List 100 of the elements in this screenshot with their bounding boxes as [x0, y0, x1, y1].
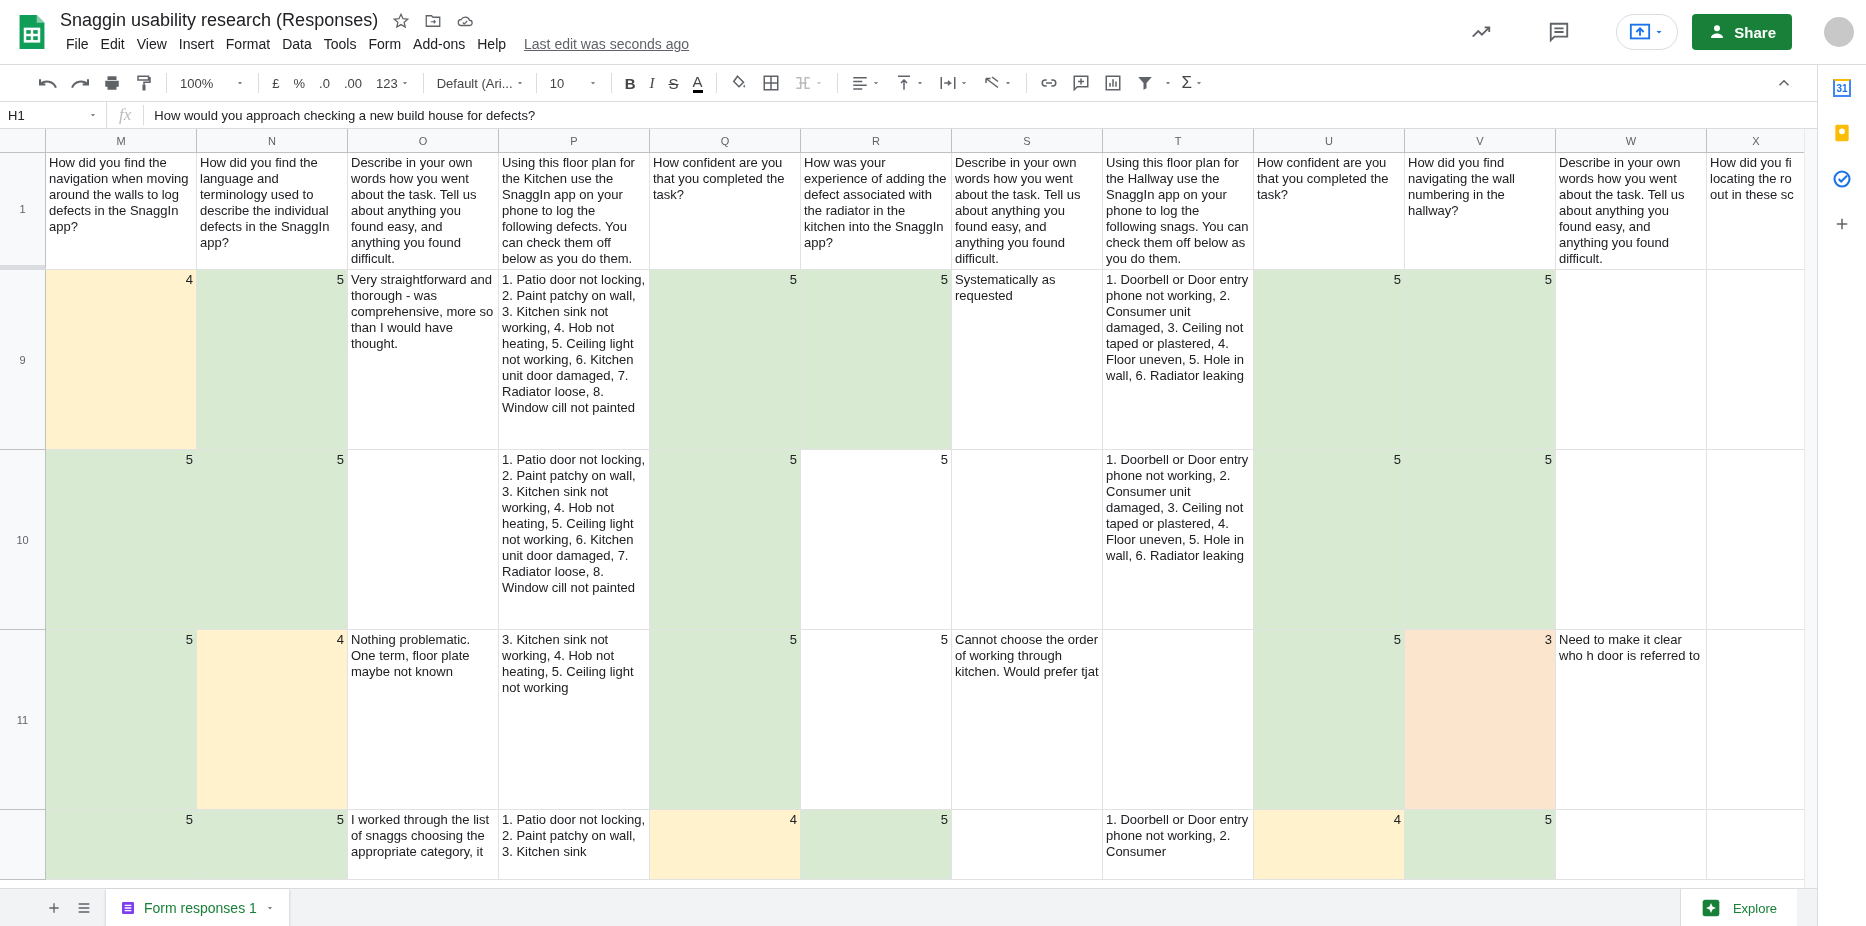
column-header[interactable]: T [1103, 129, 1254, 153]
table-cell: 5 [1254, 270, 1405, 450]
table-cell: 5 [46, 450, 197, 630]
borders-icon [761, 74, 780, 92]
merge-icon [793, 74, 812, 92]
strikethrough-button[interactable]: S [663, 70, 684, 96]
header-cell: Using this floor plan for the Hallway use the SnaggIn app on your phone to log the following snags. You can check them off below as you do them. [1103, 153, 1254, 270]
column-header[interactable]: O [348, 129, 499, 153]
row-header[interactable]: 10 [0, 450, 46, 630]
formula-input[interactable]: How would you approach checking a new build house for defects? [144, 107, 536, 123]
table-cell: 5 [801, 450, 952, 630]
column-header[interactable]: X [1707, 129, 1804, 153]
header-cell: Describe in your own words how you went about the task. Tell us about anything you found easy, and anything you found difficult. [348, 153, 499, 270]
fx-label: fx [107, 105, 145, 125]
column-header[interactable]: V [1405, 129, 1556, 153]
table-cell: 4 [46, 270, 197, 450]
column-header[interactable]: S [952, 129, 1103, 153]
name-box[interactable]: H1 [0, 102, 107, 128]
last-edit-link[interactable]: Last edit was seconds ago [524, 36, 690, 52]
row-header[interactable]: 11 [0, 630, 46, 810]
form-icon [120, 900, 136, 916]
table-cell: 4 [197, 630, 348, 810]
menu-item[interactable]: File [60, 34, 95, 54]
text-color-button[interactable]: A [687, 70, 708, 96]
table-cell: 4 [650, 810, 801, 880]
number-format-dropdown[interactable]: 123 [370, 70, 415, 96]
table-cell: 5 [650, 450, 801, 630]
font-dropdown[interactable]: Default (Ari... [431, 70, 528, 96]
menu-item[interactable]: Edit [94, 34, 131, 54]
currency-button[interactable]: £ [267, 70, 285, 96]
table-cell: Systematically as requested [952, 270, 1103, 450]
column-header[interactable]: R [801, 129, 952, 153]
star-icon[interactable] [392, 11, 411, 30]
table-cell: 5 [801, 810, 952, 880]
row-header[interactable]: 9 [0, 270, 46, 450]
table-cell: 3 [1405, 630, 1556, 810]
column-header[interactable]: Q [650, 129, 801, 153]
add-sheet-icon[interactable] [46, 900, 62, 916]
redo-icon [71, 77, 89, 89]
wrap-icon [938, 74, 957, 92]
table-cell: 5 [46, 810, 197, 880]
menu-item[interactable]: Format [219, 34, 277, 54]
tasks-icon[interactable] [1832, 169, 1852, 189]
table-cell: 5 [197, 270, 348, 450]
column-header[interactable]: W [1556, 129, 1707, 153]
zoom-dropdown[interactable]: 100% [175, 70, 251, 96]
decrease-decimal-button[interactable]: .0 [314, 70, 335, 96]
calendar-icon[interactable]: 31 [1833, 79, 1851, 97]
align-left-icon [850, 74, 869, 92]
comment-add-icon [1071, 74, 1090, 92]
column-header[interactable]: P [499, 129, 650, 153]
header-cell: Using this floor plan for the Kitchen use the SnaggIn app on your phone to log the following defects. You can check them off below as you do them. [499, 153, 650, 270]
sheets-logo-icon[interactable] [18, 13, 46, 51]
table-cell: 5 [650, 630, 801, 810]
sheet-tab[interactable]: Form responses 1 [106, 889, 289, 926]
column-header[interactable]: M [46, 129, 197, 153]
vertical-scrollbar[interactable] [1804, 129, 1817, 888]
menu-item[interactable]: Help [471, 34, 513, 54]
paint-roller-icon [135, 74, 153, 92]
table-cell: 5 [1405, 450, 1556, 630]
table-cell: 5 [1254, 450, 1405, 630]
table-cell: Nothing problematic. One term, floor plate maybe not known [348, 630, 499, 810]
comment-icon[interactable] [1548, 21, 1571, 43]
chart-icon [1103, 74, 1122, 92]
table-cell: 5 [1405, 810, 1556, 880]
column-header[interactable]: U [1254, 129, 1405, 153]
table-cell: 5 [197, 450, 348, 630]
present-button[interactable] [1616, 14, 1679, 50]
header-cell: Describe in your own words how you went about the task. Tell us about anything you found easy, and anything you found difficult. [952, 153, 1103, 270]
menu-item[interactable]: Insert [172, 34, 220, 54]
explore-icon [1700, 898, 1721, 918]
table-cell: 5 [46, 630, 197, 810]
menu-item[interactable]: Data [276, 34, 318, 54]
column-header[interactable]: N [197, 129, 348, 153]
row-header[interactable]: 1 [0, 153, 46, 270]
print-icon [103, 74, 121, 92]
percent-button[interactable]: % [288, 70, 311, 96]
table-cell: 5 [1405, 270, 1556, 450]
menu-item[interactable]: Tools [317, 34, 363, 54]
header-cell: Describe in your own words how you went about the task. Tell us about anything you found easy, and anything you found difficult. [1556, 153, 1707, 270]
menu-item[interactable]: View [130, 34, 173, 54]
table-cell: 5 [650, 270, 801, 450]
increase-decimal-button[interactable]: .00 [338, 70, 367, 96]
menu-item[interactable]: Add-ons [407, 34, 472, 54]
menu-item[interactable]: Form [362, 34, 408, 54]
font-size-dropdown[interactable]: 10 [544, 70, 603, 96]
italic-button[interactable]: I [644, 70, 660, 96]
undo-icon [39, 77, 57, 89]
sheet-list-icon[interactable] [76, 900, 92, 916]
table-cell: 5 [197, 810, 348, 880]
table-cell: Need to make it clear who h door is referred to [1556, 630, 1707, 810]
document-title[interactable]: Snaggin usability research (Responses) [60, 10, 379, 31]
table-cell: Cannot choose the order of working through kitchen. Would prefer tjat [952, 630, 1103, 810]
functions-button[interactable]: Σ [1176, 70, 1210, 96]
table-cell: 4 [1254, 810, 1405, 880]
share-button[interactable]: Share [1692, 14, 1792, 50]
explore-button[interactable]: Explore [1679, 889, 1797, 926]
bold-button[interactable]: B [619, 70, 641, 96]
table-cell: 5 [1254, 630, 1405, 810]
table-cell: Very straightforward and thorough - was comprehensive, more so than I would have thought. [348, 270, 499, 450]
